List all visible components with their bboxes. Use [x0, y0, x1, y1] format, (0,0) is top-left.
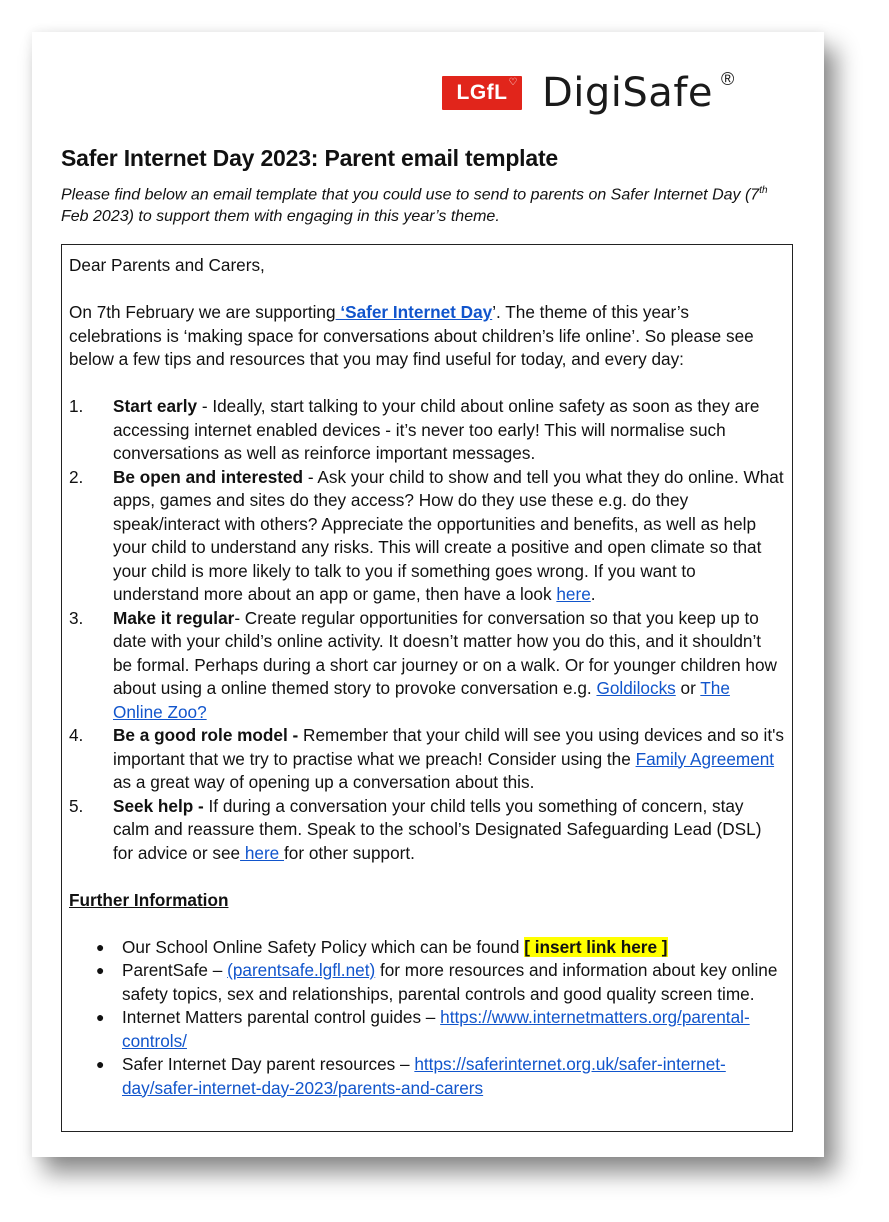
further-info-list: ● Our School Online Safety Policy which c… [69, 936, 784, 1101]
insert-link-placeholder: [ insert link here ] [524, 936, 668, 957]
tip-number: 5. [69, 795, 84, 816]
tip-item: 4. Be a good role model - Remember that y… [69, 724, 784, 795]
tip-heading: Be a good role model [113, 725, 288, 745]
tip-text: - Ask your child to show and tell you wh… [113, 466, 784, 605]
tip-heading-suffix: - [287, 725, 299, 745]
tip-heading-suffix: - [193, 795, 204, 816]
further-info-text: Safer Internet Day parent resources – [122, 1054, 415, 1074]
tip-text: . [590, 584, 596, 604]
support-here-link[interactable]: here [240, 843, 284, 863]
further-info-text: Internet Matters parental control guides… [122, 1007, 441, 1027]
email-template-box: Dear Parents and Carers, On 7th February… [61, 244, 793, 1132]
tip-item: 5. Seek help - If during a conversation y… [69, 795, 784, 866]
tip-number: 4. [69, 725, 84, 745]
bullet-icon: ● [96, 938, 105, 955]
intro-superscript: th [759, 185, 768, 196]
tip-item: 1. Start early - Ideally, start talking t… [69, 395, 784, 466]
parentsafe-link[interactable]: (parentsafe.lgfl.net) [227, 960, 375, 980]
intro-text-part: Please find below an email template that… [61, 186, 760, 204]
tip-number: 2. [69, 466, 84, 487]
tip-text: as a great way of opening up a conversat… [113, 772, 535, 792]
bullet-icon: ● [96, 1056, 105, 1072]
app-guide-here-link[interactable]: here [556, 584, 590, 604]
family-agreement-link[interactable]: Family Agreement [636, 749, 775, 769]
intro-text-part: Feb 2023) to support them with engaging … [61, 208, 500, 226]
safer-internet-day-link[interactable]: ‘Safer Internet Day [336, 302, 492, 322]
tip-number: 3. [69, 607, 84, 628]
brand-name: DigiSafe [542, 70, 714, 116]
tip-text: for other support. [284, 842, 415, 863]
tip-text: If during a conversation your child tell… [113, 795, 762, 863]
lgfl-badge: LGfL ♡ [442, 76, 522, 110]
greeting: Dear Parents and Carers, [69, 255, 265, 275]
bullet-icon: ● [96, 1009, 105, 1025]
heart-icon: ♡ [508, 77, 518, 88]
tip-heading: Start early [113, 396, 198, 416]
further-info-text: ParentSafe – [122, 960, 228, 980]
further-info-item: ● ParentSafe – (parentsafe.lgfl.net) for … [96, 959, 784, 1006]
tip-item: 3. Make it regular- Create regular opport… [69, 607, 784, 725]
lgfl-badge-text: LGfL [456, 81, 508, 104]
page-title: Safer Internet Day 2023: Parent email te… [61, 145, 559, 171]
tip-heading: Be open and interested [113, 466, 304, 487]
opening-text: On 7th February we are supporting [69, 302, 336, 322]
lgfl-digisafe-logo: LGfL ♡ DigiSafe ® [442, 68, 734, 118]
further-info-heading: Further Information [69, 889, 229, 910]
intro-text: Please find below an email template that… [61, 180, 791, 228]
registered-mark: ® [721, 68, 735, 89]
tip-heading: Make it regular [113, 607, 235, 628]
tip-number: 1. [69, 396, 84, 416]
document-page: LGfL ♡ DigiSafe ® Safer Internet Day 202… [32, 32, 824, 1157]
tips-list: 1. Start early - Ideally, start talking t… [69, 395, 784, 865]
tip-text: - Ideally, start talking to your child a… [113, 396, 760, 463]
tip-heading: Seek help [113, 795, 194, 816]
goldilocks-link[interactable]: Goldilocks [596, 678, 675, 698]
tip-item: 2. Be open and interested - Ask your chil… [69, 466, 784, 607]
tip-text: or [675, 678, 701, 698]
further-info-item: ● Internet Matters parental control guide… [96, 1006, 784, 1053]
further-info-text: Our School Online Safety Policy which ca… [122, 936, 525, 957]
bullet-icon: ● [96, 962, 105, 978]
opening-paragraph: On 7th February we are supporting ‘Safer… [69, 301, 784, 372]
further-info-item: ● Safer Internet Day parent resources – h… [96, 1053, 784, 1100]
further-info-item: ● Our School Online Safety Policy which c… [96, 936, 784, 960]
